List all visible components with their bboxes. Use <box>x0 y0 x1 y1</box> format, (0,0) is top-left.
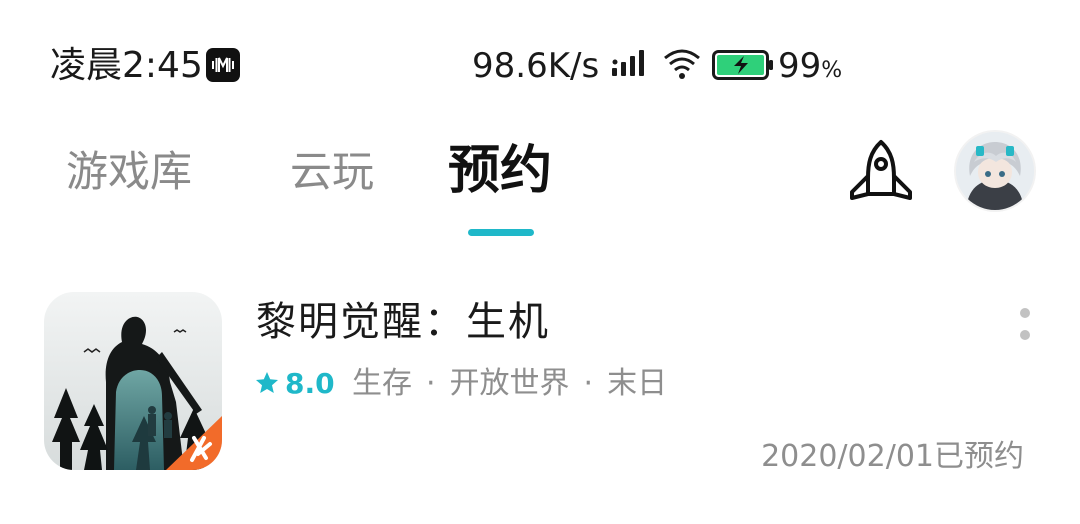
rocket-icon <box>850 140 912 200</box>
tag-separator: · <box>426 366 436 401</box>
active-tab-indicator <box>468 229 534 236</box>
more-vertical-icon-dot <box>1020 330 1030 340</box>
battery-charging-icon <box>712 50 774 84</box>
tab-game-library[interactable]: 游戏库 <box>66 142 192 202</box>
wifi-icon <box>662 48 702 84</box>
avatar-image <box>956 132 1034 210</box>
music-app-icon <box>206 48 240 82</box>
tag-label: 开放世界 <box>449 366 570 401</box>
tag-label: 生存 <box>352 366 412 401</box>
battery-percentage: 99% <box>778 44 842 93</box>
tab-reservations[interactable]: 预约 <box>448 136 552 206</box>
tag-separator: · <box>583 366 594 401</box>
reservation-item[interactable]: 黎明觉醒：生机 8.0 生存 · 开放世界 · 末日 2020/02/01已预约 <box>0 280 1080 480</box>
reservation-date: 2020/02/01已预约 <box>761 439 1024 474</box>
rocket-button[interactable] <box>846 138 916 204</box>
star-icon <box>254 370 280 400</box>
cellular-signal-icon <box>612 50 652 82</box>
battery-percent-value: 99 <box>778 46 822 86</box>
status-bar: 凌晨2:45 98.6K/s 99% <box>0 0 1080 130</box>
more-vertical-icon <box>1020 308 1030 318</box>
game-rating: 8.0 <box>285 367 335 400</box>
game-tags: 生存 · 开放世界 · 末日 <box>352 364 667 404</box>
tab-cloud-play[interactable]: 云玩 <box>290 142 374 202</box>
game-icon[interactable] <box>44 292 222 470</box>
status-time: 凌晨2:45 <box>50 45 203 86</box>
game-title[interactable]: 黎明觉醒：生机 <box>256 294 550 350</box>
user-avatar[interactable] <box>956 132 1034 210</box>
network-speed: 98.6K/s <box>472 46 600 86</box>
tag-label: 末日 <box>607 366 668 401</box>
battery-percent-unit: % <box>821 58 843 83</box>
game-cover-image <box>44 292 222 470</box>
more-options-button[interactable] <box>1010 306 1040 346</box>
